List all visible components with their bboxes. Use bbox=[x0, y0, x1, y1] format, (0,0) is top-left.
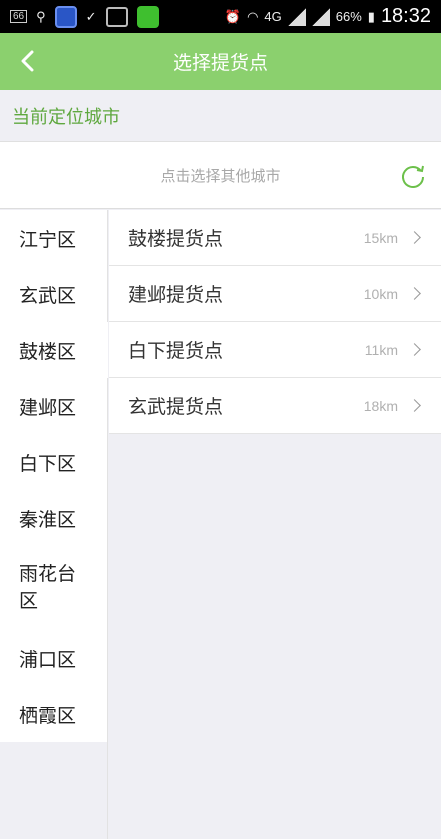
district-list: 江宁区 玄武区 鼓楼区 建邺区 白下区 秦淮区 雨花台区 浦口区 栖霞区 bbox=[0, 210, 108, 742]
city-selector[interactable]: 点击选择其他城市 bbox=[0, 142, 441, 209]
iqiyi-icon bbox=[136, 5, 159, 28]
chevron-left-icon bbox=[21, 50, 34, 72]
district-item[interactable]: 鼓楼区 bbox=[0, 322, 108, 378]
app-notification-icon bbox=[54, 5, 77, 28]
pickup-point-item[interactable]: 鼓楼提货点 15km bbox=[109, 210, 441, 266]
pickup-point-name: 玄武提货点 bbox=[128, 396, 224, 418]
wifi-icon: ◠ bbox=[247, 8, 259, 24]
chevron-right-icon bbox=[408, 399, 421, 412]
notification-count-badge: 66 bbox=[10, 10, 28, 23]
signal-2-icon bbox=[311, 7, 330, 26]
refresh-icon[interactable] bbox=[399, 162, 427, 190]
pickup-point-item[interactable]: 玄武提货点 18km bbox=[109, 378, 441, 434]
pickup-point-distance: 18km bbox=[363, 397, 398, 414]
pickup-point-name: 鼓楼提货点 bbox=[128, 228, 224, 250]
pickup-point-item[interactable]: 建邺提货点 10km bbox=[109, 266, 441, 322]
district-item[interactable]: 玄武区 bbox=[0, 266, 108, 322]
current-city-section: 当前定位城市 bbox=[0, 90, 441, 142]
chevron-right-icon bbox=[408, 231, 421, 244]
battery-icon: ▮ bbox=[367, 8, 375, 24]
district-item[interactable]: 秦淮区 bbox=[0, 490, 108, 546]
pickup-point-name: 建邺提货点 bbox=[128, 284, 224, 306]
chevron-right-icon bbox=[408, 343, 421, 356]
current-city-label: 当前定位城市 bbox=[12, 106, 120, 128]
district-item[interactable]: 江宁区 bbox=[0, 210, 108, 266]
signal-icon bbox=[287, 7, 306, 26]
pickup-point-distance: 10km bbox=[363, 285, 398, 302]
chevron-right-icon bbox=[408, 287, 421, 300]
page-title: 选择提货点 bbox=[172, 52, 268, 74]
district-item[interactable]: 雨花台区 bbox=[0, 546, 108, 630]
clock: 18:32 bbox=[380, 5, 431, 27]
district-sidebar: 江宁区 玄武区 鼓楼区 建邺区 白下区 秦淮区 雨花台区 浦口区 栖霞区 bbox=[0, 210, 108, 839]
battery-percent: 66% bbox=[335, 9, 362, 24]
usb-icon: ⚲ bbox=[36, 8, 46, 24]
pickup-point-distance: 15km bbox=[363, 229, 398, 246]
pickup-point-name: 白下提货点 bbox=[128, 340, 224, 362]
district-item[interactable]: 白下区 bbox=[0, 434, 108, 490]
app-header: 选择提货点 bbox=[0, 33, 441, 90]
pickup-point-list: 鼓楼提货点 15km 建邺提货点 10km 白下提货点 11km 玄武提货点 1… bbox=[109, 210, 441, 839]
status-bar: 66 ⚲ ✓ ⏰ ◠ 4G 66% ▮ 18:32 bbox=[0, 0, 441, 33]
pickup-point-item[interactable]: 白下提货点 11km bbox=[109, 322, 441, 378]
alarm-icon: ⏰ bbox=[224, 8, 242, 24]
pickup-point-distance: 11km bbox=[364, 341, 398, 358]
district-item[interactable]: 建邺区 bbox=[0, 378, 108, 434]
district-item[interactable]: 栖霞区 bbox=[0, 686, 108, 742]
check-shield-icon: ✓ bbox=[85, 8, 97, 24]
city-select-hint: 点击选择其他城市 bbox=[160, 166, 281, 185]
network-type-label: 4G bbox=[264, 9, 282, 24]
image-icon bbox=[105, 6, 128, 27]
district-item[interactable]: 浦口区 bbox=[0, 630, 108, 686]
back-button[interactable] bbox=[12, 45, 44, 77]
